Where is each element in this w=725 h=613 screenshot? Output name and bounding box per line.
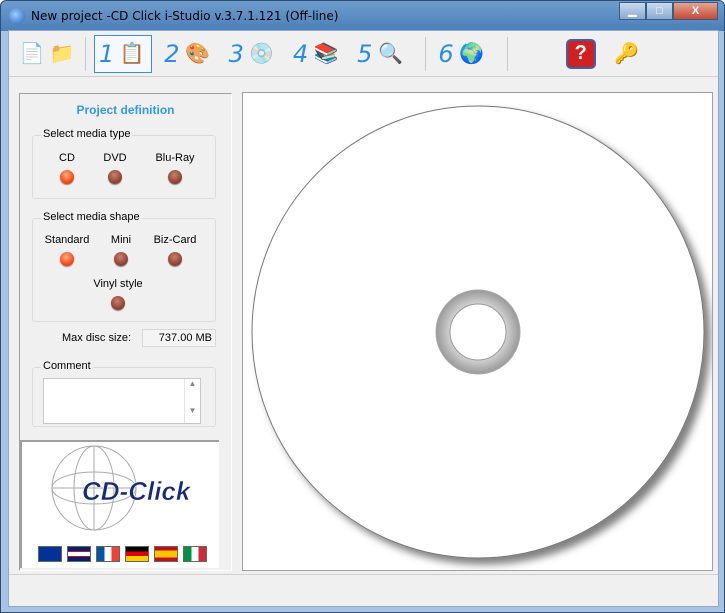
- flag-germany[interactable]: [125, 546, 149, 562]
- print-preview-icon: 🔍: [377, 43, 403, 65]
- comment-textarea[interactable]: ▲ ▼: [43, 378, 201, 424]
- flag-spain[interactable]: [154, 546, 178, 562]
- toolbar-divider: [85, 36, 86, 71]
- radio[interactable]: [108, 170, 122, 184]
- scroll-down-icon[interactable]: ▼: [185, 406, 200, 415]
- globe-icon: 🌍: [459, 43, 485, 65]
- title-bar: New project -CD Click i-Studio v.3.7.1.1…: [9, 6, 338, 26]
- media-type-dvd[interactable]: DVD: [85, 152, 145, 184]
- step-4-button[interactable]: 4 📚: [289, 35, 345, 73]
- step-6-button[interactable]: 6 🌍: [434, 35, 490, 73]
- panel-title: Project definition: [76, 103, 175, 117]
- media-type-label: Select media type: [41, 128, 133, 140]
- disc-preview-canvas[interactable]: [242, 92, 713, 571]
- status-bar: [9, 574, 718, 606]
- window-title: New project -CD Click i-Studio v.3.7.1.1…: [31, 9, 339, 23]
- flag-france[interactable]: [96, 546, 120, 562]
- disc-preview: [251, 105, 705, 559]
- media-shape-group: Select media shape Standard Mini Biz-Car…: [32, 211, 216, 322]
- media-type-group: Select media type CD DVD Blu-Ray: [32, 128, 216, 199]
- clipboard-edit-icon: 📋: [119, 43, 145, 65]
- toolbar-divider: [506, 36, 508, 71]
- comment-scrollbar[interactable]: ▲ ▼: [184, 379, 200, 423]
- media-type-bluray[interactable]: Blu-Ray: [145, 152, 205, 184]
- scroll-up-icon[interactable]: ▲: [185, 379, 200, 388]
- media-shape-mini[interactable]: Mini: [91, 234, 151, 266]
- step-3-button[interactable]: 3 💿: [225, 35, 281, 73]
- media-shape-vinyl[interactable]: Vinyl style: [78, 278, 158, 310]
- radio[interactable]: [168, 170, 182, 184]
- flag-uk[interactable]: [67, 546, 91, 562]
- comment-label: Comment: [41, 360, 93, 372]
- svg-text:CD-Click: CD-Click: [82, 476, 192, 506]
- toolbar-divider: [425, 36, 427, 71]
- help-icon[interactable]: ?: [565, 38, 596, 69]
- close-button[interactable]: X: [673, 2, 718, 20]
- max-size-value: 737.00 MB: [142, 329, 216, 347]
- step-1-button[interactable]: 1 📋: [94, 34, 153, 73]
- keys-icon[interactable]: 🔑: [612, 39, 642, 69]
- radio[interactable]: [111, 296, 125, 310]
- comment-group: Comment ▲ ▼: [32, 360, 216, 427]
- minimize-button[interactable]: ▁: [619, 2, 646, 20]
- open-project-icon[interactable]: 📁: [47, 39, 77, 69]
- radio-selected[interactable]: [60, 170, 74, 184]
- radio[interactable]: [114, 252, 128, 266]
- disc-icon: 💿: [249, 43, 275, 65]
- app-icon: [9, 8, 25, 24]
- paint-bucket-icon: 🎨: [185, 43, 211, 65]
- flag-eu[interactable]: [38, 546, 62, 562]
- media-shape-label: Select media shape: [41, 211, 142, 223]
- flag-italy[interactable]: [183, 546, 207, 562]
- step-5-button[interactable]: 5 🔍: [353, 35, 409, 73]
- radio[interactable]: [168, 252, 182, 266]
- step-2-button[interactable]: 2 🎨: [160, 35, 216, 73]
- media-shape-standard[interactable]: Standard: [37, 234, 97, 266]
- cd-click-logo: CD-Click: [20, 440, 219, 568]
- project-definition-panel: Project definition Select media type CD …: [19, 93, 232, 571]
- logo-globe: CD-Click: [51, 445, 192, 531]
- disc-stack-icon: 📚: [313, 43, 339, 65]
- app-window: New project -CD Click i-Studio v.3.7.1.1…: [0, 0, 725, 613]
- toolbar: 📄 📁 1 📋 2 🎨 3 💿 4 📚 5 🔍 6 🌍 ? 🔑: [9, 31, 718, 77]
- new-project-icon[interactable]: 📄: [17, 39, 47, 69]
- radio-selected[interactable]: [60, 252, 74, 266]
- maximize-button[interactable]: □: [646, 2, 673, 20]
- max-size-label: Max disc size:: [62, 332, 132, 344]
- media-shape-biz-card[interactable]: Biz-Card: [145, 234, 205, 266]
- disc-center-hole: [449, 303, 507, 361]
- language-flags: [38, 546, 207, 562]
